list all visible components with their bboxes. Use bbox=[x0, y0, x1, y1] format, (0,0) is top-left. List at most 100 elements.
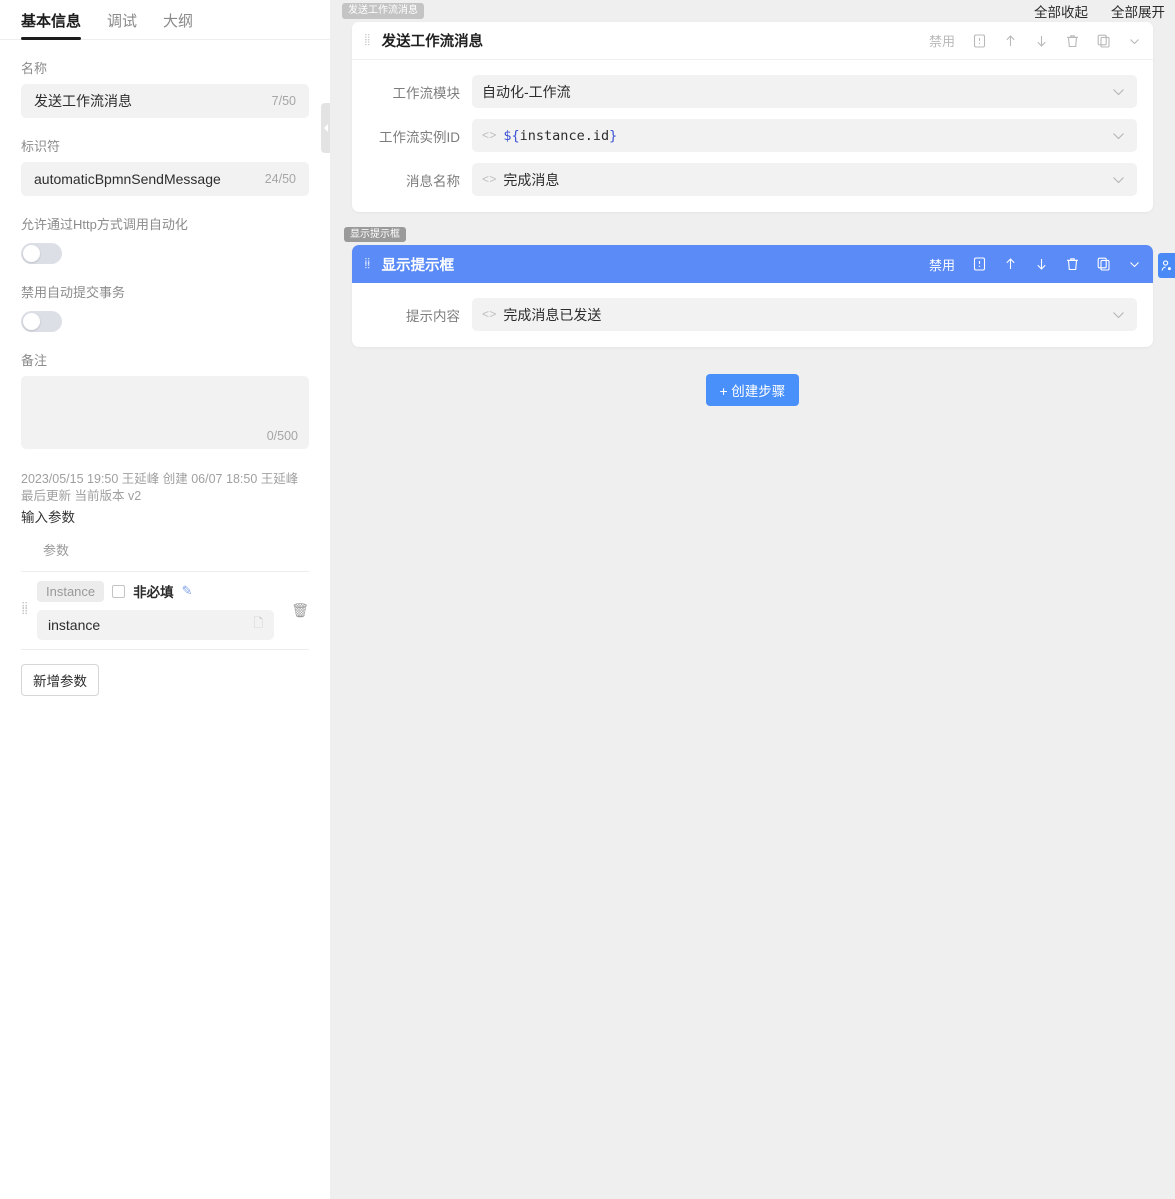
app-root: 基本信息 调试 大纲 名称 发送工作流消息 7/50 标识符 automatic… bbox=[0, 0, 1175, 1199]
card-header[interactable]: ⠿ ⠿ 发送工作流消息 禁用 bbox=[352, 22, 1153, 60]
tab-bar: 基本信息 调试 大纲 bbox=[0, 0, 330, 40]
expand-all-button[interactable]: 全部展开 bbox=[1111, 1, 1165, 21]
field-value: 完成消息 bbox=[503, 171, 560, 188]
identifier-input-value: automaticBpmnSendMessage bbox=[34, 171, 221, 187]
pencil-icon[interactable]: ✎ bbox=[182, 583, 193, 599]
left-panel: 基本信息 调试 大纲 名称 发送工作流消息 7/50 标识符 automatic… bbox=[0, 0, 330, 1199]
param-value-text: instance bbox=[48, 616, 101, 633]
card-tag-1: 显示提示框 bbox=[344, 227, 406, 242]
message-name-input[interactable]: <> 完成消息 bbox=[472, 163, 1137, 196]
tab-basic-info[interactable]: 基本信息 bbox=[21, 14, 82, 40]
card-body: 工作流模块 自动化-工作流 工作流实例ID <> ${instance.id} bbox=[352, 60, 1153, 212]
field-value: ${instance.id} bbox=[503, 127, 618, 144]
chevron-left-icon bbox=[323, 124, 328, 132]
copy-icon[interactable] bbox=[1097, 257, 1110, 271]
chevron-down-icon bbox=[1112, 129, 1125, 143]
form-row-tooltip-content: 提示内容 <> 完成消息已发送 bbox=[368, 298, 1137, 331]
trash-icon[interactable] bbox=[1066, 257, 1079, 271]
param-optional-label: 非必填 bbox=[133, 585, 174, 601]
form-row-message-name: 消息名称 <> 完成消息 bbox=[368, 163, 1137, 196]
tooltip-content-input[interactable]: <> 完成消息已发送 bbox=[472, 298, 1137, 331]
param-main: Instance 非必填 ✎ instance 🗋 bbox=[37, 580, 279, 640]
left-panel-body: 名称 发送工作流消息 7/50 标识符 automaticBpmnSendMes… bbox=[0, 58, 330, 696]
card-body: 提示内容 <> 完成消息已发送 bbox=[352, 283, 1153, 347]
disable-button[interactable]: 禁用 bbox=[929, 255, 955, 274]
http-toggle-label: 允许通过Http方式调用自动化 bbox=[21, 217, 188, 232]
copy-icon[interactable] bbox=[1097, 34, 1110, 48]
doc-icon[interactable]: 🗋 bbox=[253, 614, 263, 635]
toolbar-actions: 全部收起 全部展开 bbox=[1034, 1, 1165, 21]
chevron-down-icon[interactable] bbox=[1128, 257, 1141, 271]
card-header-tools: 禁用 bbox=[929, 31, 1141, 50]
identifier-label: 标识符 bbox=[21, 139, 61, 154]
identifier-counter: 24/50 bbox=[264, 172, 296, 186]
name-counter: 7/50 bbox=[271, 94, 296, 108]
form-row-workflow-module: 工作流模块 自动化-工作流 bbox=[368, 75, 1137, 108]
trash-icon[interactable]: 🗑 bbox=[291, 602, 309, 619]
note-icon[interactable] bbox=[973, 33, 986, 48]
field-value: 自动化-工作流 bbox=[482, 83, 571, 100]
autocommit-toggle[interactable] bbox=[21, 311, 62, 332]
param-top-row: Instance 非必填 ✎ bbox=[37, 580, 279, 602]
right-toolbar: 发送工作流消息 全部收起 全部展开 bbox=[330, 0, 1175, 22]
code-icon: <> bbox=[482, 128, 497, 143]
arrow-up-icon[interactable] bbox=[1004, 257, 1017, 271]
param-type-chip: Instance bbox=[37, 580, 105, 602]
arrow-down-icon[interactable] bbox=[1035, 257, 1048, 271]
code-icon: <> bbox=[482, 307, 497, 322]
metadata-text: 2023/05/15 19:50 王延峰 创建 06/07 18:50 王延峰 … bbox=[21, 472, 299, 503]
param-value-input[interactable]: instance 🗋 bbox=[37, 609, 274, 640]
drag-handle-icon[interactable]: ⠿ ⠿ bbox=[21, 603, 35, 618]
remark-label: 备注 bbox=[21, 353, 48, 368]
chevron-down-icon bbox=[1112, 85, 1125, 99]
toggle-knob bbox=[23, 313, 40, 330]
param-optional-checkbox[interactable] bbox=[112, 584, 126, 598]
drag-handle-icon[interactable]: ⠿ ⠿ bbox=[364, 257, 372, 271]
disable-button[interactable]: 禁用 bbox=[929, 31, 955, 50]
http-toggle[interactable] bbox=[21, 243, 62, 264]
add-param-button[interactable]: 新增参数 bbox=[21, 663, 99, 696]
name-label: 名称 bbox=[21, 61, 48, 76]
name-input-value: 发送工作流消息 bbox=[34, 93, 132, 109]
add-step-button[interactable]: + 创建步骤 bbox=[705, 374, 800, 406]
add-step-wrapper: + 创建步骤 bbox=[330, 374, 1175, 406]
identifier-input[interactable]: automaticBpmnSendMessage 24/50 bbox=[21, 162, 309, 196]
name-input[interactable]: 发送工作流消息 7/50 bbox=[21, 84, 309, 118]
card-header-tools: 禁用 bbox=[929, 255, 1141, 274]
right-panel: 发送工作流消息 全部收起 全部展开 ⠿ ⠿ 发送工作流消息 禁用 工作流模块 自… bbox=[330, 0, 1175, 1199]
toggle-knob bbox=[23, 245, 40, 262]
card-header[interactable]: ⠿ ⠿ 显示提示框 禁用 bbox=[352, 245, 1153, 283]
workflow-instance-id-input[interactable]: <> ${instance.id} bbox=[472, 119, 1137, 152]
card-title: 显示提示框 bbox=[381, 257, 455, 274]
arrow-up-icon[interactable] bbox=[1004, 34, 1017, 48]
workflow-module-select[interactable]: 自动化-工作流 bbox=[472, 75, 1137, 108]
chevron-down-icon bbox=[1112, 308, 1125, 322]
param-row: ⠿ ⠿ Instance 非必填 ✎ instance 🗋 🗑 bbox=[21, 572, 309, 650]
field-label: 消息名称 bbox=[406, 173, 460, 189]
card-tag-row: 显示提示框 bbox=[330, 224, 1175, 245]
step-card-send-workflow-message: ⠿ ⠿ 发送工作流消息 禁用 工作流模块 自动化-工作流 工作流实例ID <> … bbox=[352, 22, 1153, 212]
user-icon-side-tab[interactable] bbox=[1158, 253, 1175, 278]
trash-icon[interactable] bbox=[1066, 34, 1079, 48]
tab-debug[interactable]: 调试 bbox=[107, 14, 137, 39]
tab-outline[interactable]: 大纲 bbox=[163, 14, 193, 39]
card-tag-0: 发送工作流消息 bbox=[342, 3, 424, 19]
field-label: 提示内容 bbox=[406, 308, 460, 324]
code-icon: <> bbox=[482, 172, 497, 187]
collapse-all-button[interactable]: 全部收起 bbox=[1034, 1, 1088, 21]
user-icon bbox=[1161, 259, 1171, 271]
note-icon[interactable] bbox=[973, 257, 986, 271]
params-column-header: 参数 bbox=[21, 526, 309, 572]
step-card-show-tooltip: ⠿ ⠿ 显示提示框 禁用 提示内容 <> 完成消息已发送 bbox=[352, 245, 1153, 347]
drag-handle-icon[interactable]: ⠿ ⠿ bbox=[364, 34, 372, 48]
field-label: 工作流模块 bbox=[392, 85, 461, 101]
arrow-down-icon[interactable] bbox=[1035, 34, 1048, 48]
panel-collapse-handle[interactable] bbox=[321, 103, 330, 153]
remark-textarea[interactable]: 0/500 bbox=[21, 376, 309, 449]
field-value: 完成消息已发送 bbox=[503, 306, 602, 323]
remark-counter: 0/500 bbox=[266, 429, 298, 443]
chevron-down-icon bbox=[1112, 173, 1125, 187]
form-row-workflow-instance-id: 工作流实例ID <> ${instance.id} bbox=[368, 119, 1137, 152]
input-params-title: 输入参数 bbox=[21, 509, 75, 525]
chevron-down-icon[interactable] bbox=[1128, 34, 1141, 48]
